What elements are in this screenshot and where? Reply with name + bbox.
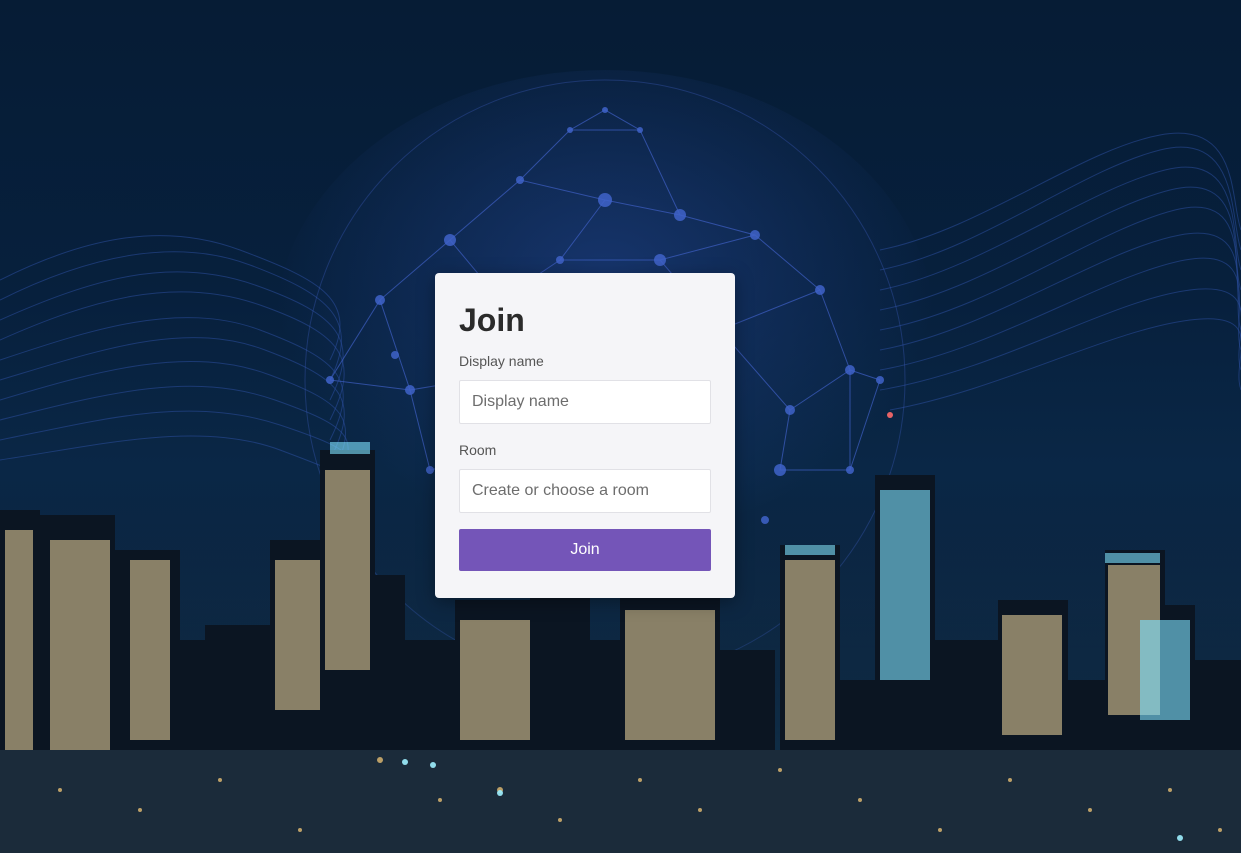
room-input[interactable]	[459, 469, 711, 513]
display-name-label: Display name	[459, 353, 544, 369]
room-label: Room	[459, 442, 497, 458]
join-form-card: Join Display name Room Join	[435, 273, 735, 598]
page-background: Join Display name Room Join	[0, 0, 1241, 853]
display-name-input[interactable]	[459, 380, 711, 424]
form-title: Join	[459, 302, 525, 338]
join-button[interactable]: Join	[459, 529, 711, 571]
